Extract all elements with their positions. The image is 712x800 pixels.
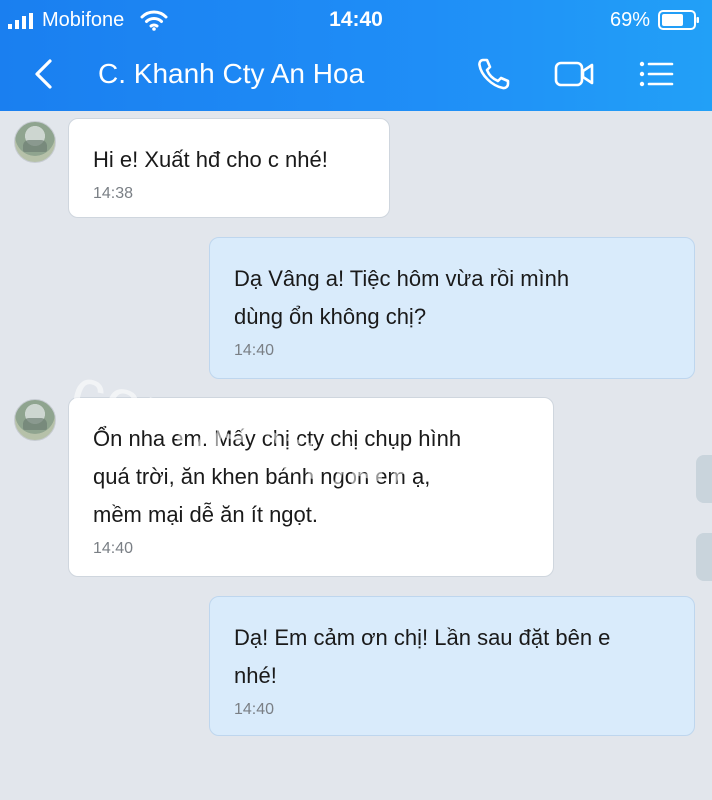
- avatar[interactable]: [14, 121, 56, 163]
- message-list[interactable]: Hi e! Xuất hđ cho c nhé! 14:38 Dạ Vâng a…: [0, 111, 712, 800]
- message-time: 14:40: [93, 540, 134, 557]
- message-bubble-incoming[interactable]: Hi e! Xuất hđ cho c nhé! 14:38: [68, 118, 390, 218]
- message-time: 14:40: [234, 342, 275, 359]
- message-bubble-outgoing[interactable]: Dạ! Em cảm ơn chị! Lần sau đặt bên e nhé…: [209, 596, 695, 736]
- message-text: Ổn nha em. Mấy chị cty chị chụp hình quá…: [93, 426, 462, 527]
- message-bubble-incoming[interactable]: Ổn nha em. Mấy chị cty chị chụp hình quá…: [68, 397, 554, 577]
- scroll-down-tab[interactable]: [696, 533, 712, 581]
- status-bar: Mobifone 14:40 69%: [0, 0, 712, 40]
- conversation-title[interactable]: C. Khanh Cty An Hoa: [98, 58, 364, 90]
- list-menu-icon[interactable]: [634, 54, 678, 94]
- message-text: Dạ! Em cảm ơn chị! Lần sau đặt bên e nhé…: [234, 625, 611, 688]
- avatar[interactable]: [14, 399, 56, 441]
- status-time: 14:40: [329, 8, 383, 31]
- message-time: 14:38: [93, 185, 134, 202]
- battery-icon: [658, 10, 699, 30]
- top-bar: Mobifone 14:40 69% C. Khanh Cty An Hoa: [0, 0, 712, 111]
- message-text: Hi e! Xuất hđ cho c nhé!: [93, 147, 328, 172]
- scroll-up-tab[interactable]: [696, 455, 712, 503]
- phone-icon[interactable]: [474, 54, 518, 94]
- battery-percent: 69%: [609, 9, 650, 31]
- message-text: Dạ Vâng a! Tiệc hôm vừa rồi mình dùng ổn…: [234, 266, 570, 329]
- chevron-left-icon[interactable]: [28, 56, 60, 92]
- chat-header: C. Khanh Cty An Hoa: [0, 40, 712, 111]
- message-bubble-outgoing[interactable]: Dạ Vâng a! Tiệc hôm vừa rồi mình dùng ổn…: [209, 237, 695, 379]
- message-time: 14:40: [234, 701, 275, 718]
- video-camera-icon[interactable]: [552, 54, 596, 94]
